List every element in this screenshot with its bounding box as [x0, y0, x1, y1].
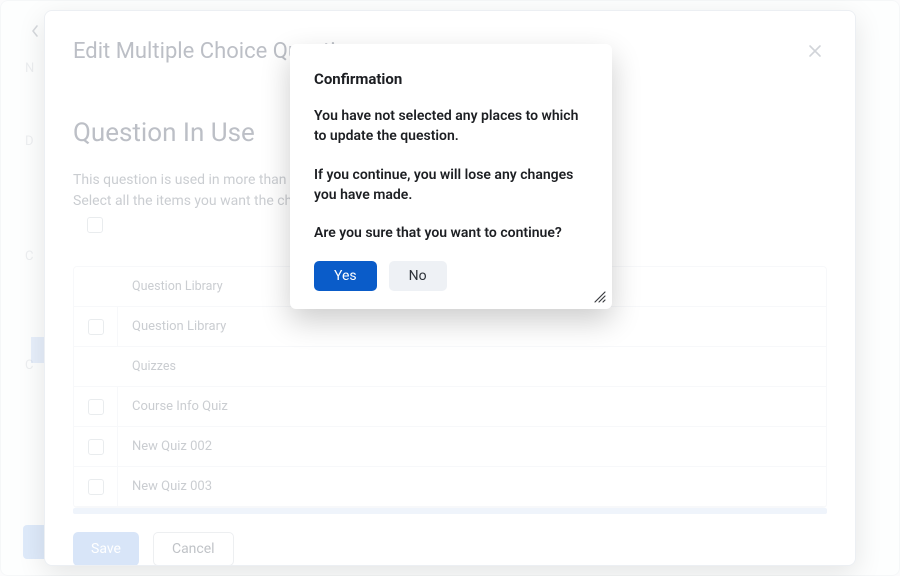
row-checkbox[interactable] [88, 439, 104, 455]
group-label: Quizzes [118, 349, 826, 384]
row-checkbox[interactable] [88, 399, 104, 415]
row-checkbox[interactable] [88, 319, 104, 335]
row-checkbox[interactable] [88, 479, 104, 495]
row-label: New Quiz 002 [118, 429, 826, 464]
table-row: New Quiz 002 [74, 427, 826, 467]
select-all-checkbox[interactable] [87, 217, 103, 233]
table-row: New Quiz 003 [74, 467, 826, 507]
dialog-body: You have not selected any places to whic… [314, 106, 588, 243]
group-header-quizzes: Quizzes [74, 347, 826, 387]
row-label: Question Library [118, 309, 826, 344]
resize-grip-icon[interactable] [592, 289, 606, 303]
dialog-text: Are you sure that you want to continue? [314, 223, 588, 243]
cancel-button[interactable]: Cancel [153, 532, 234, 566]
no-button[interactable]: No [389, 261, 447, 291]
save-button[interactable]: Save [73, 532, 139, 566]
dialog-text: You have not selected any places to whic… [314, 106, 588, 147]
table-row: Course Info Quiz [74, 387, 826, 427]
confirmation-dialog: Confirmation You have not selected any p… [290, 44, 612, 309]
table-row: Question Library [74, 307, 826, 347]
dialog-text: If you continue, you will lose any chang… [314, 165, 588, 206]
row-label: New Quiz 003 [118, 469, 826, 504]
dialog-title: Confirmation [314, 70, 588, 88]
yes-button[interactable]: Yes [314, 261, 377, 291]
row-label: Course Info Quiz [118, 389, 826, 424]
close-icon[interactable] [803, 39, 827, 63]
horizontal-scrollbar[interactable] [73, 508, 827, 514]
